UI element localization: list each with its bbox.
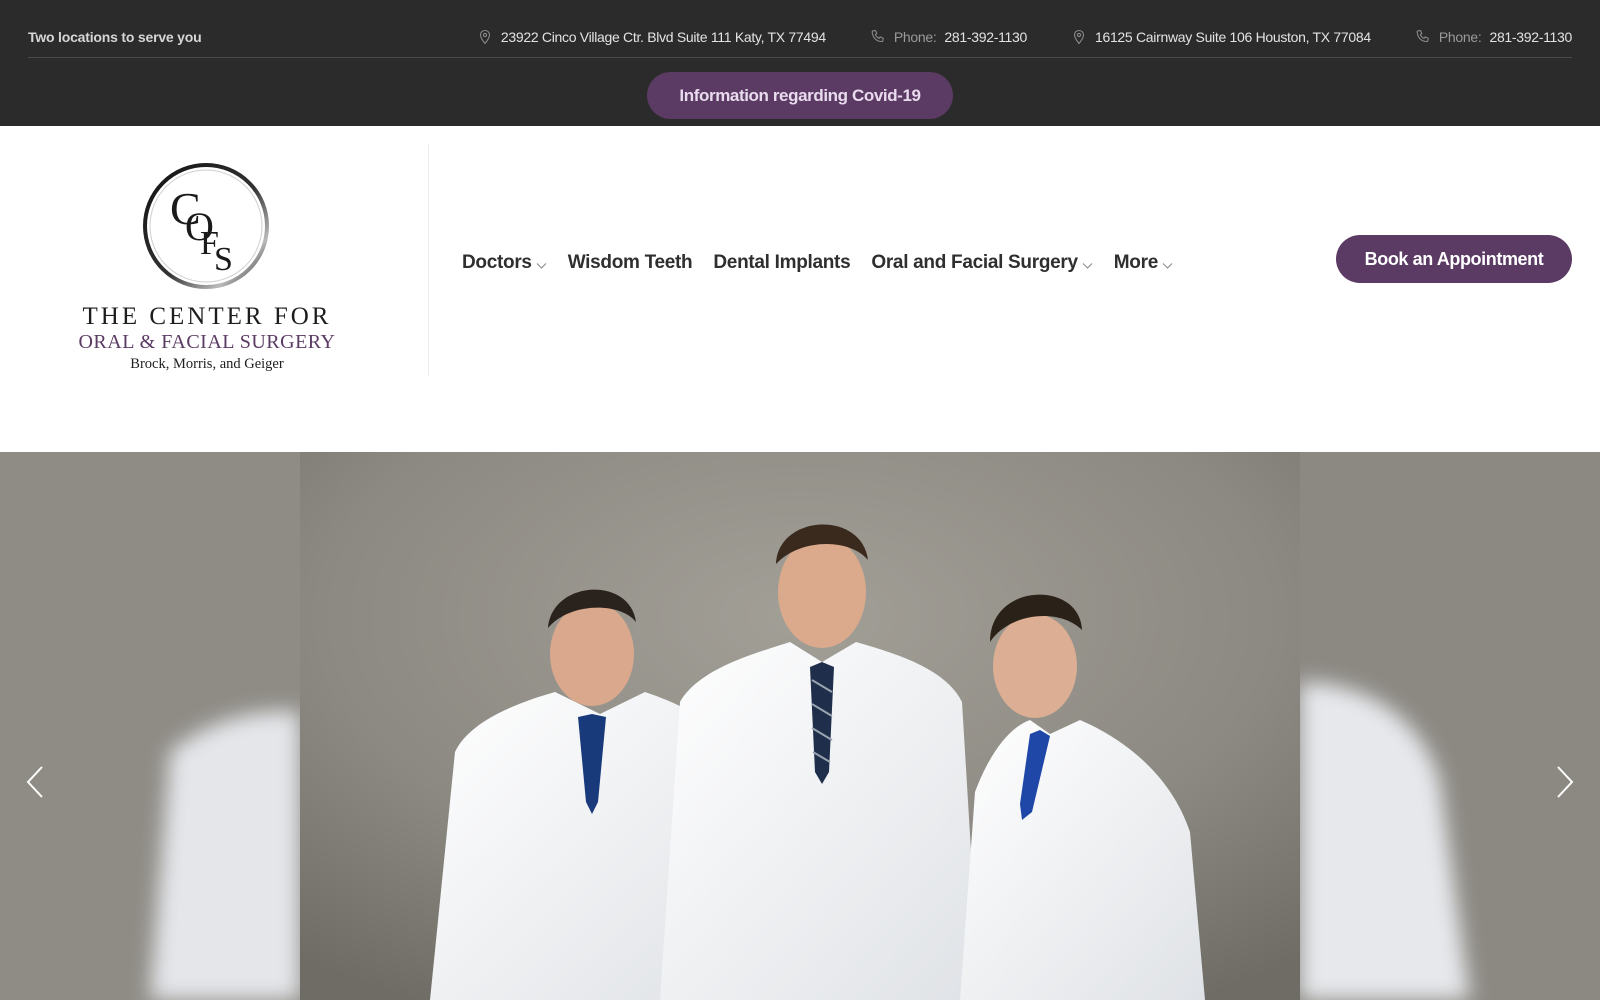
phone-number: 281-392-1130 <box>1489 28 1572 45</box>
chevron-right-icon <box>1557 766 1574 798</box>
map-pin-icon <box>479 29 490 44</box>
nav-item-label: Oral and Facial Surgery <box>871 252 1078 273</box>
nav-item-label: Dental Implants <box>713 252 851 273</box>
nav-item-oral-facial-surgery[interactable]: Oral and Facial Surgery <box>871 252 1093 274</box>
phone-icon <box>871 29 884 42</box>
svg-text:Brock, Morris, and Geiger: Brock, Morris, and Geiger <box>130 356 284 372</box>
nav-item-label: More <box>1113 252 1159 273</box>
top-bar: Two locations to serve you 23922 Cinco V… <box>0 0 1600 126</box>
book-appointment-button[interactable]: Book an Appointment <box>1336 235 1572 283</box>
map-pin-icon <box>1073 29 1085 44</box>
nav-item-dental-implants[interactable]: Dental Implants <box>713 252 850 274</box>
location-1-phone[interactable]: Phone: 281-392-1130 <box>870 29 1027 45</box>
phone-label: Phone: <box>893 28 937 45</box>
nav-item-label: Wisdom Teeth <box>567 252 693 273</box>
svg-text:Oral & Facial Surgery: Oral & Facial Surgery <box>78 331 335 353</box>
chevron-down-icon <box>1082 263 1093 269</box>
header-divider <box>428 144 429 376</box>
phone-icon <box>1416 29 1429 42</box>
phone-number: 281-392-1130 <box>944 28 1027 45</box>
chevron-left-icon <box>26 766 43 798</box>
covid-info-button[interactable]: Information regarding Covid-19 <box>647 72 953 119</box>
address-text: 23922 Cinco Village Ctr. Blvd Suite 111 … <box>500 28 826 45</box>
site-logo[interactable]: C O F S The Center For Oral & Facial Sur… <box>72 162 342 372</box>
nav-item-more[interactable]: More <box>1114 252 1173 274</box>
location-2-address[interactable]: 16125 Cairnway Suite 106 Houston, TX 770… <box>1071 29 1371 45</box>
carousel-next-button[interactable] <box>1550 762 1580 802</box>
svg-text:S: S <box>214 241 233 278</box>
site-header: C O F S The Center For Oral & Facial Sur… <box>0 126 1600 452</box>
cofs-logo: C O F S The Center For Oral & Facial Sur… <box>78 163 335 372</box>
location-2-phone[interactable]: Phone: 281-392-1130 <box>1415 29 1572 45</box>
hero-photo-doctors <box>0 452 1600 1000</box>
nav-item-label: Doctors <box>462 252 532 273</box>
chevron-down-icon <box>536 263 547 269</box>
nav-item-doctors[interactable]: Doctors <box>462 252 547 274</box>
locations-tagline: Two locations to serve you <box>28 28 202 45</box>
chevron-down-icon <box>1162 263 1173 269</box>
hero-carousel <box>0 452 1600 1000</box>
carousel-prev-button[interactable] <box>20 762 50 802</box>
address-text: 16125 Cairnway Suite 106 Houston, TX 770… <box>1094 28 1371 45</box>
svg-text:The Center For: The Center For <box>83 303 332 330</box>
contact-info: 23922 Cinco Village Ctr. Blvd Suite 111 … <box>477 29 1572 45</box>
top-bar-contact-row: Two locations to serve you 23922 Cinco V… <box>28 16 1572 58</box>
nav-item-wisdom-teeth[interactable]: Wisdom Teeth <box>568 252 693 274</box>
location-1-address[interactable]: 23922 Cinco Village Ctr. Blvd Suite 111 … <box>477 29 826 45</box>
main-nav: Doctors Wisdom Teeth Dental Implants Ora… <box>462 252 1173 274</box>
phone-label: Phone: <box>1438 28 1482 45</box>
